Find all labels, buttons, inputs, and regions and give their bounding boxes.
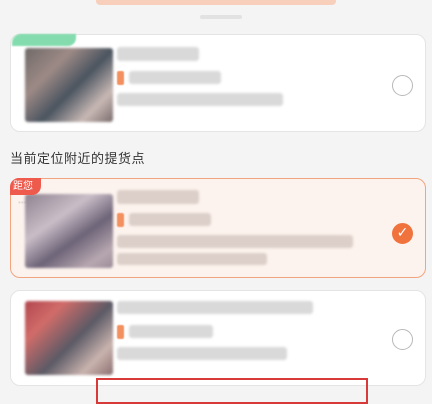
- store-address-line2-placeholder: [117, 253, 267, 265]
- store-address-placeholder: [117, 93, 283, 106]
- store-thumbnail: [25, 301, 113, 375]
- store-tag-icon: [117, 71, 124, 85]
- select-radio-button[interactable]: [392, 75, 413, 96]
- store-name-placeholder: [117, 301, 313, 314]
- pickup-point-card-3[interactable]: [10, 290, 426, 386]
- store-thumbnail: [25, 48, 113, 122]
- distance-badge-sub: ...: [18, 196, 27, 206]
- selected-check-icon[interactable]: ✓: [392, 223, 413, 244]
- top-accent-bar: [96, 0, 336, 5]
- status-badge-green: [12, 34, 76, 46]
- store-name-placeholder: [117, 190, 199, 204]
- store-tag-icon: [117, 213, 124, 227]
- store-address-placeholder: [117, 347, 287, 360]
- store-hours-placeholder: [129, 213, 211, 226]
- pickup-point-card-2[interactable]: ✓: [10, 178, 426, 278]
- store-tag-icon: [117, 325, 124, 339]
- pickup-point-card-1[interactable]: [10, 34, 426, 132]
- store-address-placeholder: [117, 235, 353, 248]
- select-radio-button[interactable]: [392, 329, 413, 350]
- sheet-drag-handle[interactable]: [200, 15, 242, 19]
- store-name-placeholder: [117, 47, 199, 61]
- store-thumbnail: [25, 194, 113, 268]
- store-hours-placeholder: [129, 71, 221, 84]
- highlight-annotation-box: [96, 378, 368, 404]
- distance-badge: 距您: [10, 178, 41, 195]
- section-title-nearby-pickup: 当前定位附近的提货点: [10, 152, 146, 167]
- store-hours-placeholder: [129, 325, 213, 338]
